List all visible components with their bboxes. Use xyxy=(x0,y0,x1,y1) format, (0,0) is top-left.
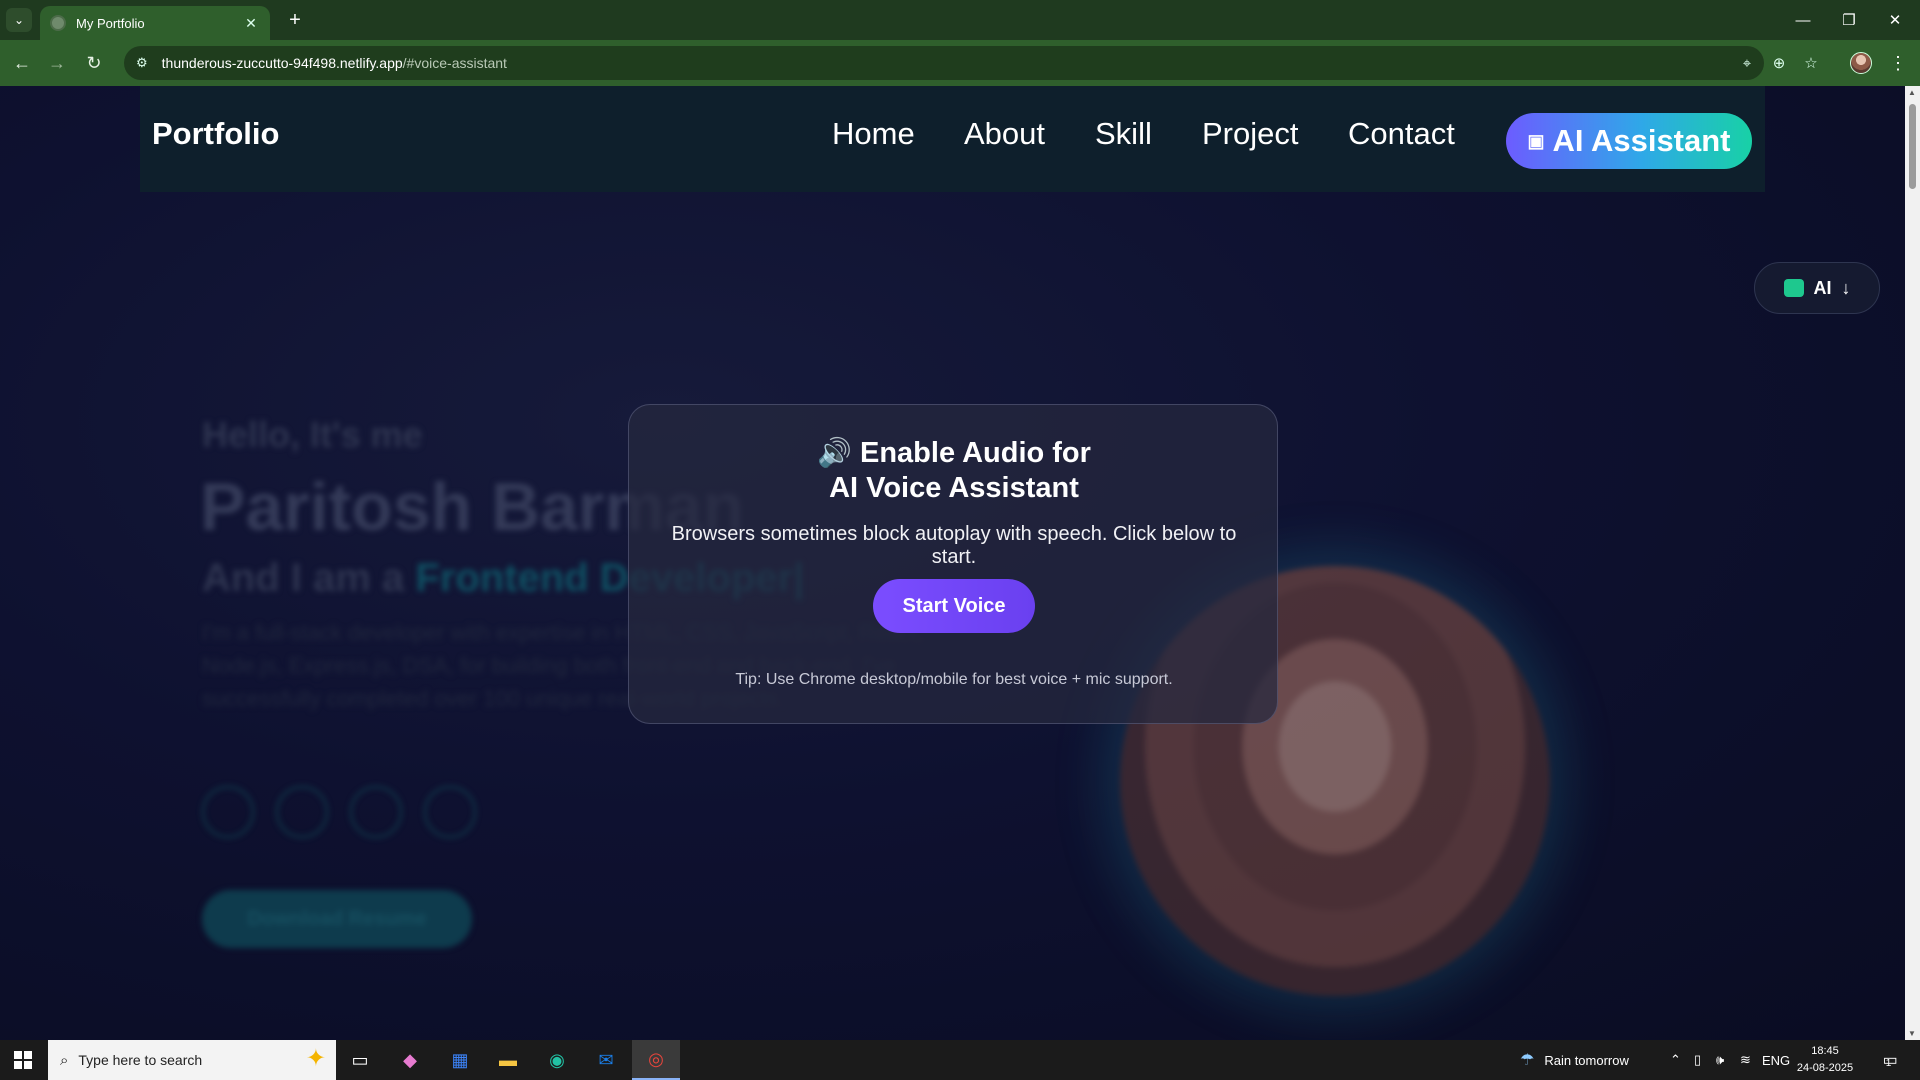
edge-icon[interactable]: ◉ xyxy=(533,1040,581,1080)
scroll-up-icon[interactable]: ▲ xyxy=(1908,88,1916,97)
task-view-icon[interactable]: ▭ xyxy=(336,1040,384,1080)
scroll-down-icon[interactable]: ▼ xyxy=(1908,1029,1916,1038)
modal-title-line1: Enable Audio for xyxy=(860,437,1091,469)
modal-title: 🔊 Enable Audio for AI Voice Assistant xyxy=(629,435,1279,506)
kebab-menu-icon[interactable]: ⋮ xyxy=(1886,49,1910,77)
ai-assistant-button[interactable]: ▣ AI Assistant xyxy=(1506,113,1752,169)
weather-widget[interactable]: ☂ Rain tomorrow xyxy=(1520,1040,1629,1080)
enable-audio-modal: 🔊 Enable Audio for AI Voice Assistant Br… xyxy=(628,404,1278,724)
nav-home[interactable]: Home xyxy=(832,116,915,152)
nav-about[interactable]: About xyxy=(964,116,1045,152)
zoom-icon[interactable]: ⊕ xyxy=(1766,50,1792,76)
windows-logo-icon xyxy=(14,1051,32,1069)
location-pin-icon[interactable]: ⌖ xyxy=(1734,50,1760,76)
nav-project[interactable]: Project xyxy=(1202,116,1298,152)
page-viewport: Hello, It's me Paritosh Barman And I am … xyxy=(0,86,1905,1040)
copilot-icon[interactable]: ◆ xyxy=(386,1040,434,1080)
windows-start-button[interactable] xyxy=(0,1040,46,1080)
modal-title-line2: AI Voice Assistant xyxy=(829,472,1079,504)
site-navbar: Portfolio Home About Skill Project Conta… xyxy=(140,86,1765,192)
volume-icon[interactable]: 🕪 xyxy=(1716,1040,1724,1080)
windows-taskbar: ⌕ Type here to search ✦ ▭ ◆ ▦ ▬ ◉ ✉ ◎ ☂ … xyxy=(0,1040,1920,1080)
chevron-down-icon: ⌄ xyxy=(13,13,25,27)
sparkle-icon: ✦ xyxy=(305,1045,326,1072)
device-icon[interactable]: ▯ xyxy=(1694,1040,1701,1080)
speaker-icon: 🔊 xyxy=(817,437,852,468)
clock-time: 18:45 xyxy=(1811,1045,1839,1057)
notification-center-icon[interactable]: ▭ 1 xyxy=(1874,1048,1900,1072)
modal-tip: Tip: Use Chrome desktop/mobile for best … xyxy=(735,671,1173,688)
address-bar[interactable]: ⚙ thunderous-zuccutto-94f498.netlify.app… xyxy=(124,46,1764,80)
system-clock[interactable]: 18:45 24-08-2025 xyxy=(1780,1043,1870,1077)
tab-title: My Portfolio xyxy=(76,15,145,31)
new-tab-button[interactable]: + xyxy=(282,8,308,32)
chrome-icon[interactable]: ◎ xyxy=(632,1040,680,1080)
minimize-button[interactable]: — xyxy=(1780,0,1826,40)
globe-icon xyxy=(50,15,66,31)
forward-button[interactable]: → xyxy=(43,49,71,77)
nav-contact[interactable]: Contact xyxy=(1348,116,1455,152)
back-button[interactable]: ← xyxy=(8,49,36,77)
ai-assistant-label: AI Assistant xyxy=(1552,123,1731,158)
tab-search-button[interactable]: ⌄ xyxy=(6,8,32,32)
url-path: /#voice-assistant xyxy=(402,55,507,71)
reload-button[interactable]: ↻ xyxy=(80,49,108,77)
start-voice-button[interactable]: Start Voice xyxy=(873,579,1035,633)
tune-icon[interactable]: ⚙ xyxy=(136,55,148,71)
nav-skill[interactable]: Skill xyxy=(1095,116,1152,152)
close-window-button[interactable]: ✕ xyxy=(1872,0,1918,40)
outlook-icon[interactable]: ✉ xyxy=(582,1040,630,1080)
tab-close-icon[interactable]: ✕ xyxy=(242,15,260,32)
rain-icon: ☂ xyxy=(1520,1052,1535,1069)
page-scrollbar[interactable]: ▲ ▼ xyxy=(1905,86,1920,1040)
url-host: thunderous-zuccutto-94f498.netlify.app xyxy=(161,55,403,71)
search-icon: ⌕ xyxy=(60,1051,69,1069)
arrow-down-icon: ↓ xyxy=(1841,277,1851,298)
social-github-icon[interactable] xyxy=(202,786,254,838)
browser-tab[interactable]: My Portfolio ✕ xyxy=(40,6,270,40)
star-icon[interactable]: ☆ xyxy=(1798,50,1824,76)
social-linkedin-icon[interactable] xyxy=(276,786,328,838)
taskbar-search[interactable]: ⌕ Type here to search ✦ xyxy=(48,1040,336,1080)
tray-overflow-icon[interactable]: ⌃ xyxy=(1670,1040,1681,1080)
browser-tabstrip: ⌄ My Portfolio ✕ + — ❐ ✕ xyxy=(0,0,1920,40)
profile-avatar[interactable] xyxy=(1850,52,1872,74)
store-icon[interactable]: ▦ xyxy=(436,1040,484,1080)
modal-body: Browsers sometimes block autoplay with s… xyxy=(671,523,1237,568)
scrollbar-thumb[interactable] xyxy=(1909,104,1916,189)
ai-float-button[interactable]: AI ↓ xyxy=(1754,262,1880,314)
taskbar-search-placeholder: Type here to search xyxy=(78,1052,203,1068)
robot-icon xyxy=(1783,279,1804,297)
social-instagram-icon[interactable] xyxy=(424,786,476,838)
wifi-icon[interactable]: ≋ xyxy=(1740,1040,1751,1080)
file-explorer-icon[interactable]: ▬ xyxy=(484,1040,532,1080)
social-mail-icon[interactable] xyxy=(350,786,402,838)
weather-text: Rain tomorrow xyxy=(1544,1052,1629,1068)
hero-hello: Hello, It's me xyxy=(202,414,423,455)
restore-button[interactable]: ❐ xyxy=(1826,0,1872,40)
notification-count: 1 xyxy=(1885,1057,1892,1069)
site-brand[interactable]: Portfolio xyxy=(152,116,279,152)
clock-date: 24-08-2025 xyxy=(1796,1062,1854,1074)
browser-toolbar: ← → ↻ ⚙ thunderous-zuccutto-94f498.netli… xyxy=(0,40,1920,86)
hero-role-prefix: And I am a xyxy=(202,556,405,600)
robot-icon: ▣ xyxy=(1527,130,1545,151)
download-resume-button[interactable]: Download Resume xyxy=(202,890,472,948)
ai-float-label: AI xyxy=(1813,277,1832,298)
